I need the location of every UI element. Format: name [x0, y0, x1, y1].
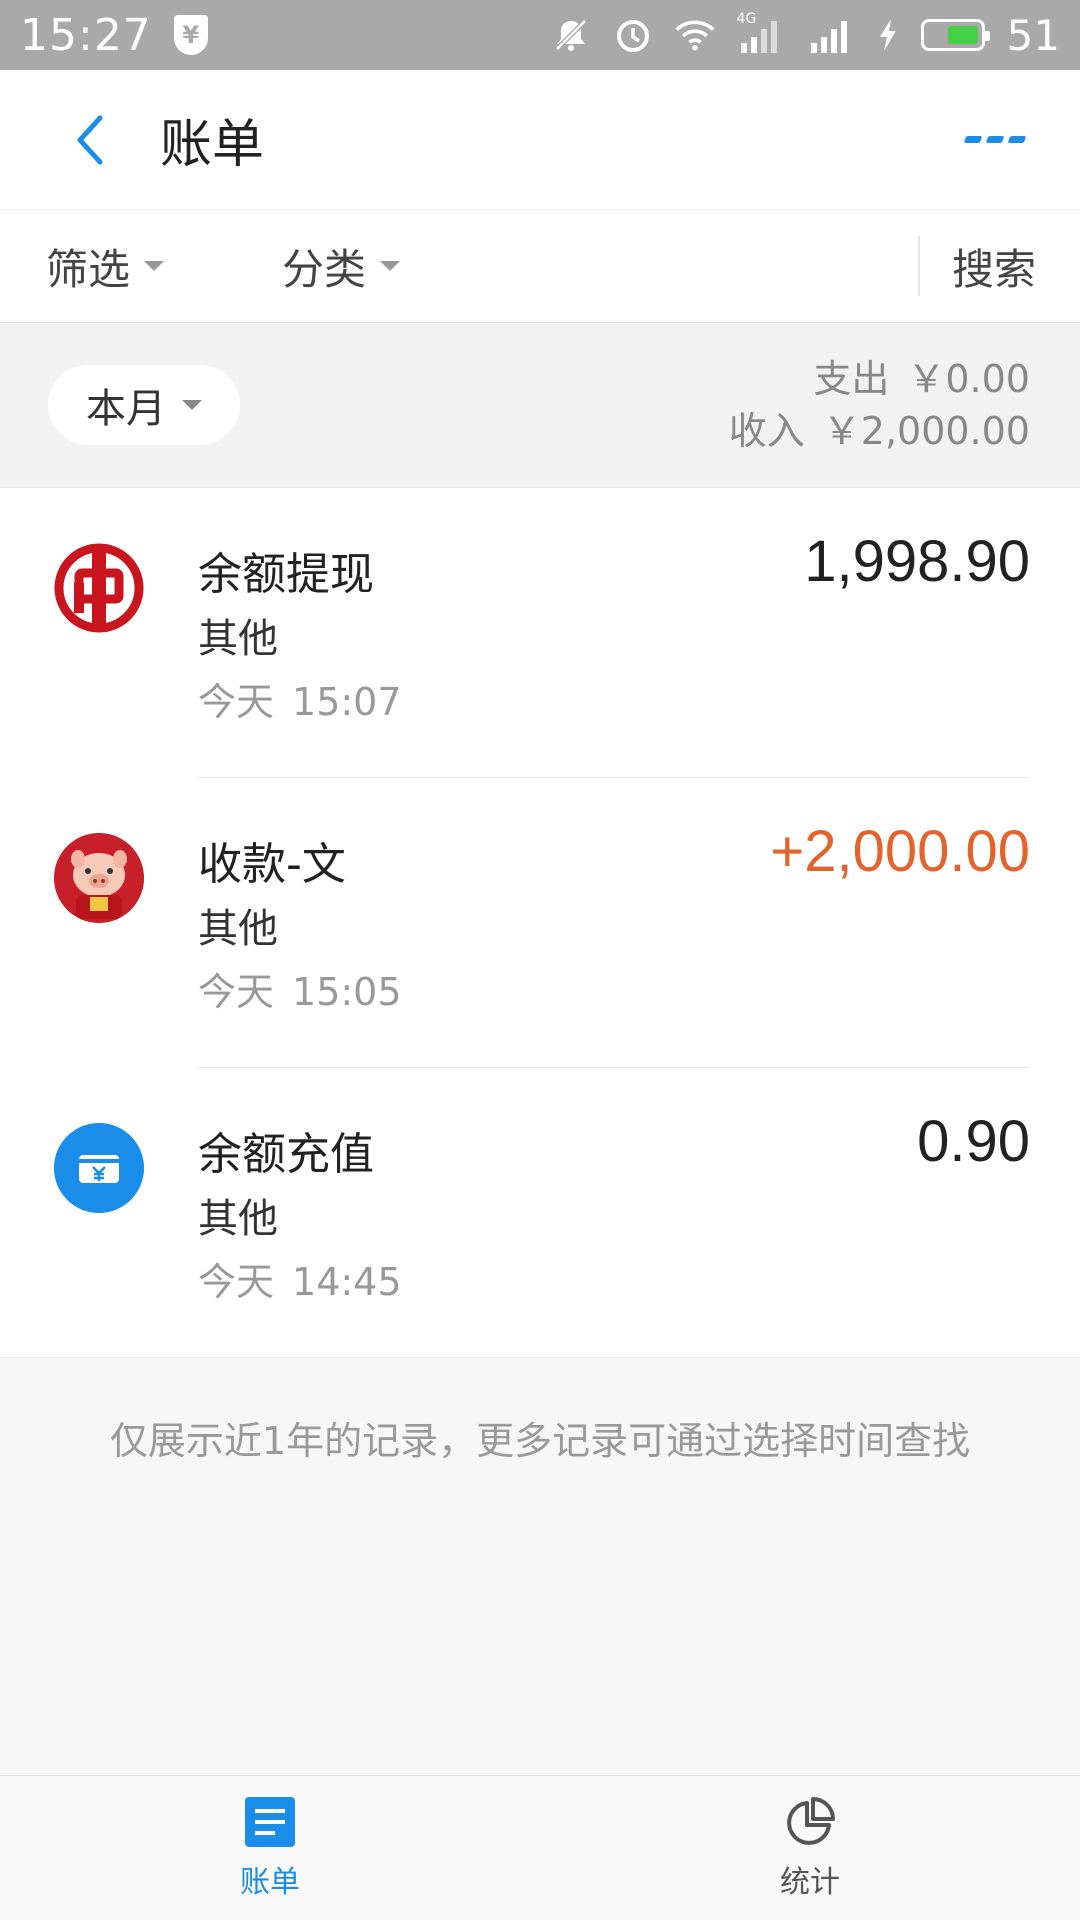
transaction-list: 余额提现 其他 今天 15:07 1,998.90 收款-文 其他 今天 15:… — [0, 488, 1080, 1358]
search-button[interactable]: 搜索 — [917, 236, 1080, 296]
transaction-title: 余额充值 — [198, 1129, 374, 1180]
bill-list-icon — [245, 1797, 295, 1847]
month-summary: 本月 支出 ￥0.00 收入 ￥2,000.00 — [0, 323, 1080, 488]
transaction-row[interactable]: 收款-文 其他 今天 15:05 +2,000.00 — [0, 778, 1080, 1068]
history-notice: 仅展示近1年的记录，更多记录可通过选择时间查找 — [109, 1419, 971, 1463]
transaction-clock: 14:45 — [292, 1260, 402, 1304]
totals: 支出 ￥0.00 收入 ￥2,000.00 — [729, 353, 1030, 457]
charging-icon — [877, 15, 899, 55]
network-type: 4G — [736, 11, 757, 27]
battery-level: 51 — [1006, 10, 1060, 60]
month-selector[interactable]: 本月 — [48, 365, 240, 445]
transaction-date: 今天 — [198, 970, 275, 1014]
page: 15:27 ¥ 4G 51 账单 筛选 分类 搜索 本月 支出 ￥0.00 收入… — [0, 0, 1080, 1920]
income-label: 收入 — [728, 409, 805, 453]
wifi-icon — [675, 15, 715, 55]
transaction-category: 其他 — [198, 1196, 278, 1242]
transaction-clock: 15:05 — [292, 970, 402, 1014]
chevron-left-icon — [77, 115, 103, 164]
transaction-row[interactable]: 余额提现 其他 今天 15:07 1,998.90 — [0, 488, 1080, 778]
bottom-tab-bar: 账单 统计 — [0, 1775, 1080, 1920]
pie-chart-icon — [787, 1797, 835, 1845]
transaction-category: 其他 — [198, 616, 278, 662]
transaction-title: 收款-文 — [198, 839, 346, 890]
transaction-amount: 0.90 — [917, 1109, 1030, 1174]
transaction-title: 余额提现 — [198, 549, 374, 600]
shield-yen-icon: ¥ — [173, 15, 208, 55]
expense-label: 支出 — [813, 357, 890, 401]
filter-bar: 筛选 分类 搜索 — [0, 210, 1080, 323]
filter-label: 筛选 — [46, 244, 131, 294]
signal-4g-icon: 4G — [737, 11, 785, 55]
transaction-amount: 1,998.90 — [804, 529, 1030, 594]
search-label: 搜索 — [951, 244, 1036, 294]
transaction-clock: 15:07 — [292, 680, 402, 724]
month-label: 本月 — [86, 386, 166, 432]
pig-avatar-icon — [54, 833, 144, 923]
more-button[interactable] — [960, 110, 1030, 170]
transaction-date: 今天 — [198, 1260, 275, 1304]
filter-dropdown[interactable]: 筛选 — [46, 236, 165, 297]
category-dropdown[interactable]: 分类 — [282, 236, 401, 297]
transaction-time: 今天 15:05 — [198, 961, 402, 1016]
mute-bell-icon — [551, 15, 591, 55]
caret-down-icon — [380, 261, 401, 271]
battery-icon — [920, 19, 990, 51]
transaction-category: 其他 — [198, 906, 278, 952]
tab-statistics[interactable]: 统计 — [540, 1776, 1080, 1920]
signal-icon — [807, 15, 855, 55]
page-title: 账单 — [160, 115, 265, 175]
expense-total: 支出 ￥0.00 — [729, 353, 1030, 405]
header: 账单 — [0, 70, 1080, 210]
income-total: 收入 ￥2,000.00 — [729, 405, 1030, 457]
alarm-icon — [613, 15, 653, 55]
tab-statistics-label: 统计 — [780, 1865, 840, 1900]
category-label: 分类 — [282, 244, 367, 294]
expense-value: ￥0.00 — [907, 357, 1030, 401]
caret-down-icon — [144, 261, 165, 271]
transaction-date: 今天 — [198, 680, 275, 724]
transaction-time: 今天 14:45 — [198, 1251, 402, 1306]
tab-bills-label: 账单 — [240, 1865, 300, 1900]
more-dots-icon — [963, 136, 983, 143]
wallet-yen-icon — [54, 1123, 144, 1213]
bank-logo-icon — [54, 543, 144, 633]
status-time: 15:27 — [20, 9, 152, 61]
status-icons: 4G 51 — [551, 11, 1060, 60]
tab-bills[interactable]: 账单 — [0, 1776, 540, 1920]
transaction-time: 今天 15:07 — [198, 671, 402, 726]
shield-glyph: ¥ — [182, 21, 200, 49]
transaction-row[interactable]: 余额充值 其他 今天 14:45 0.90 — [0, 1068, 1080, 1358]
transaction-amount: +2,000.00 — [770, 819, 1030, 884]
income-value: ￥2,000.00 — [822, 409, 1030, 453]
status-bar: 15:27 ¥ 4G 51 — [0, 0, 1080, 70]
back-button[interactable] — [40, 90, 140, 190]
caret-down-icon — [182, 400, 202, 410]
